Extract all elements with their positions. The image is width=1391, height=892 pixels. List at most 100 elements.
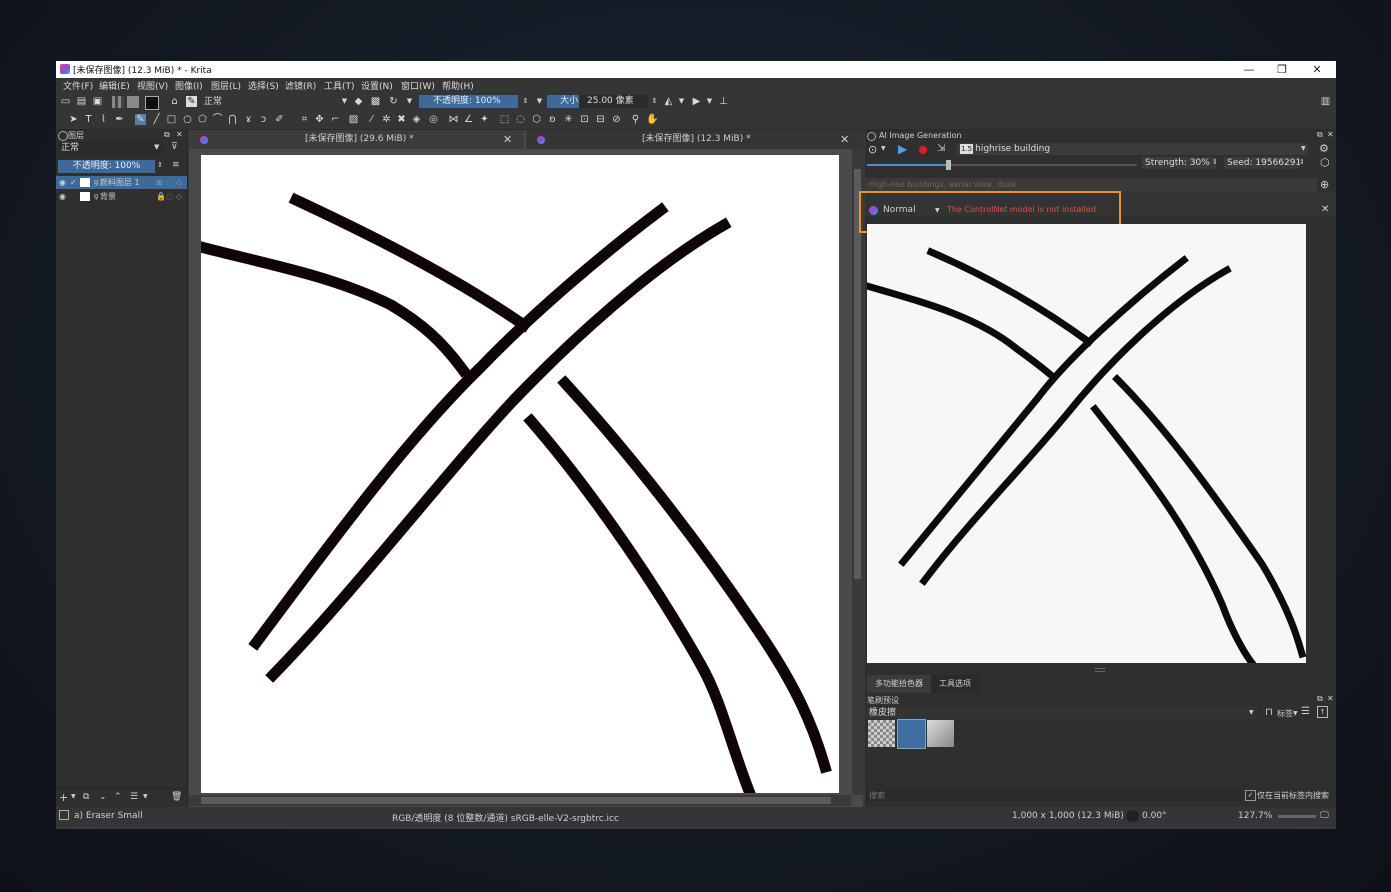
ellipse-tool-icon[interactable]: ○ bbox=[182, 114, 193, 125]
bookmark-icon[interactable]: ⊓ bbox=[1265, 707, 1273, 718]
generate-icon[interactable]: ▶ bbox=[898, 142, 907, 156]
blend-dropdown-icon[interactable]: ▼ bbox=[339, 96, 350, 107]
wrap-around-icon[interactable]: ⊥ bbox=[718, 96, 729, 107]
bezier-select-tool-icon[interactable]: ⊟ bbox=[595, 114, 606, 125]
menu-help[interactable]: 帮助(H) bbox=[442, 79, 474, 92]
close-docker-icon[interactable]: ✕ bbox=[1327, 694, 1334, 703]
add-region-icon[interactable]: ⊕ bbox=[1320, 178, 1329, 191]
splitter-handle[interactable] bbox=[1095, 668, 1105, 672]
calligraphy-tool-icon[interactable]: ✒ bbox=[114, 114, 125, 125]
rect-select-tool-icon[interactable]: ⬚ bbox=[499, 114, 510, 125]
brush-presets-icon[interactable]: ⌂ bbox=[169, 96, 180, 107]
tab-tool-options[interactable]: 工具选项 bbox=[931, 675, 979, 693]
text-tool-icon[interactable]: T bbox=[83, 114, 94, 125]
menu-filter[interactable]: 滤镜(R) bbox=[285, 79, 316, 92]
gradient-swatch[interactable] bbox=[112, 96, 124, 108]
close-tab-icon[interactable]: ✕ bbox=[840, 130, 849, 149]
dynamic-brush-tool-icon[interactable]: ɔ bbox=[258, 114, 269, 125]
menu-window[interactable]: 窗口(W) bbox=[401, 79, 435, 92]
magnetic-select-tool-icon[interactable]: ⊘ bbox=[611, 114, 622, 125]
float-docker-icon[interactable]: ⧉ bbox=[1317, 694, 1323, 704]
mirror-v-dropdown-icon[interactable]: ▼ bbox=[704, 96, 715, 107]
reference-images-tool-icon[interactable]: ✦ bbox=[479, 114, 490, 125]
minimize-button[interactable]: — bbox=[1232, 61, 1266, 78]
close-docker-icon[interactable]: ✕ bbox=[1327, 130, 1334, 139]
add-layer-dropdown-icon[interactable]: ▼ bbox=[71, 793, 76, 800]
menu-select[interactable]: 选择(S) bbox=[248, 79, 279, 92]
opacity-slider[interactable]: 不透明度: 100% bbox=[419, 95, 518, 108]
layer-blend-select[interactable]: 正常 bbox=[58, 142, 163, 154]
gradient-tool-icon[interactable]: ▨ bbox=[348, 114, 359, 125]
assistant-tool-icon[interactable]: ⋈ bbox=[448, 114, 459, 125]
contiguous-select-tool-icon[interactable]: ✳ bbox=[563, 114, 574, 125]
freehand-select-tool-icon[interactable]: ʚ bbox=[547, 114, 558, 125]
restore-button[interactable]: ❐ bbox=[1265, 61, 1299, 78]
move-tool-icon[interactable]: ✥ bbox=[314, 114, 325, 125]
seed-spin-icon[interactable]: ⇕ bbox=[1299, 158, 1305, 166]
rotation-icon[interactable] bbox=[1126, 810, 1139, 822]
ellipse-select-tool-icon[interactable]: ◌ bbox=[515, 114, 526, 125]
panel-layout-icon[interactable]: ▥ bbox=[1320, 96, 1331, 107]
save-document-icon[interactable]: ▣ bbox=[92, 96, 103, 107]
similar-select-tool-icon[interactable]: ⊡ bbox=[579, 114, 590, 125]
style-dropdown-icon[interactable]: ▼ bbox=[1301, 145, 1306, 152]
menu-edit[interactable]: 编辑(E) bbox=[99, 79, 130, 92]
close-docker-icon[interactable]: ✕ bbox=[176, 130, 183, 139]
opacity-spin-icon[interactable]: ⇕ bbox=[520, 96, 531, 107]
transform-tool-icon[interactable]: ⌗ bbox=[299, 114, 310, 125]
menu-layer[interactable]: 图层(L) bbox=[211, 79, 241, 92]
remove-control-icon[interactable]: ✕ bbox=[1321, 204, 1329, 215]
soft-eraser-preset-icon[interactable] bbox=[927, 720, 954, 747]
strength-knob[interactable] bbox=[946, 160, 951, 170]
mirror-dropdown-icon[interactable]: ▼ bbox=[676, 96, 687, 107]
canvas-viewport[interactable] bbox=[189, 149, 863, 795]
polyline-tool-icon[interactable]: ⌒ bbox=[212, 114, 223, 125]
size-field[interactable]: 25.00 像素 bbox=[579, 95, 648, 108]
menu-image[interactable]: 图像(I) bbox=[175, 79, 203, 92]
mirror-horizontal-icon[interactable]: ◭ bbox=[663, 96, 674, 107]
document-tab-2[interactable]: [未保存图像] (12.3 MiB) * ✕ bbox=[526, 130, 863, 149]
fill-tool-icon[interactable]: ◈ bbox=[411, 114, 422, 125]
zoom-tool-icon[interactable]: ⚲ bbox=[630, 114, 641, 125]
tab-color-selector[interactable]: 多功能拾色器 bbox=[867, 675, 931, 693]
style-select[interactable]: 1.5 highrise building bbox=[957, 143, 1308, 155]
vertical-scrollbar[interactable] bbox=[852, 149, 863, 795]
settings-gear-icon[interactable]: ⚙ bbox=[1319, 142, 1329, 155]
move-layer-down-icon[interactable]: ⌄ bbox=[99, 792, 107, 802]
select-shape-tool-icon[interactable]: ➤ bbox=[68, 114, 79, 125]
measure-tool-icon[interactable]: ∠ bbox=[463, 114, 474, 125]
layer-alpha-icon[interactable]: ◌ bbox=[166, 176, 173, 189]
brush-editor-icon[interactable]: ✎ bbox=[186, 96, 197, 107]
filter-checkbox[interactable]: ✓ bbox=[1245, 790, 1256, 801]
strength-field[interactable]: Strength: 30% bbox=[1142, 157, 1216, 169]
layer-properties-icon[interactable]: ☰ bbox=[130, 792, 138, 802]
seed-field[interactable]: Seed: 1956629116 bbox=[1224, 157, 1300, 169]
layer-inherit-icon[interactable]: ◇ bbox=[176, 176, 182, 189]
color-sampler-tool-icon[interactable]: ⁄ bbox=[366, 114, 377, 125]
document-tab-1[interactable]: [未保存图像] (29.6 MiB) * ✕ bbox=[189, 130, 524, 149]
docker-menu-icon[interactable] bbox=[867, 132, 876, 141]
list-view-icon[interactable]: ☰ bbox=[1301, 706, 1310, 717]
freehand-brush-tool-icon[interactable]: ✎ bbox=[135, 114, 146, 125]
add-layer-icon[interactable]: + bbox=[59, 791, 68, 804]
layer-opacity-spin-icon[interactable]: ⇕ bbox=[157, 161, 163, 169]
layer-lock-icon[interactable]: ⊞ bbox=[156, 176, 163, 189]
layer-options-icon[interactable]: ≡ bbox=[172, 160, 180, 170]
size-slider-fill[interactable]: 大小: bbox=[547, 95, 581, 108]
horizontal-scroll-thumb[interactable] bbox=[201, 797, 831, 804]
menu-tools[interactable]: 工具(T) bbox=[324, 79, 355, 92]
rectangle-tool-icon[interactable]: □ bbox=[166, 114, 177, 125]
tag-label[interactable]: 标签 bbox=[1277, 708, 1293, 719]
polygon-select-tool-icon[interactable]: ⬡ bbox=[531, 114, 542, 125]
layer-row[interactable]: ◉ ✓ ƍ 颜料图层 1 ⊞ ◌ ◇ bbox=[56, 176, 187, 189]
float-docker-icon[interactable]: ⧉ bbox=[164, 130, 170, 140]
size-spin-icon[interactable]: ⇕ bbox=[649, 96, 660, 107]
edit-shapes-tool-icon[interactable]: ⌇ bbox=[98, 114, 109, 125]
preserve-alpha-icon[interactable]: ▩ bbox=[370, 96, 381, 107]
layer-inherit-icon[interactable]: ◇ bbox=[176, 190, 182, 203]
zoom-slider[interactable] bbox=[1278, 815, 1316, 818]
pattern-swatch[interactable] bbox=[127, 96, 139, 108]
eraser-mode-icon[interactable]: ◆ bbox=[353, 96, 364, 107]
reload-preset-icon[interactable]: ↻ bbox=[388, 96, 399, 107]
strength-spin-icon[interactable]: ⇕ bbox=[1212, 158, 1218, 166]
